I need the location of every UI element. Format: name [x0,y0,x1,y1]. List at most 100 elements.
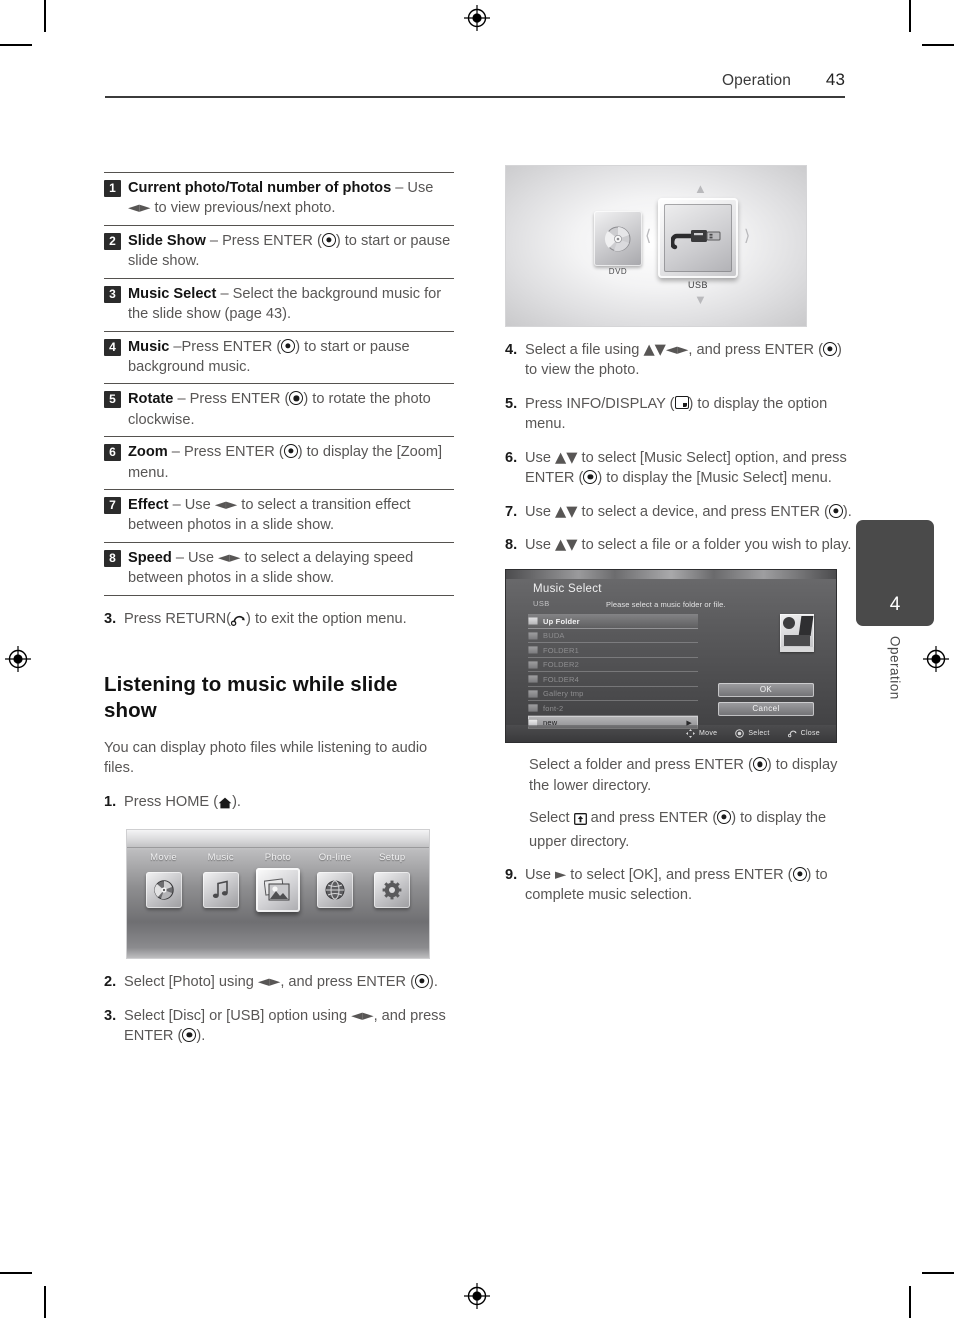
bottom-bar-select: Select [735,729,769,739]
table-row: 5 Rotate – Press ENTER () to rotate the … [104,383,454,436]
item-badge: 4 [104,338,121,356]
step-number: 3. [104,610,117,627]
list-item[interactable]: Up Folder [528,614,698,629]
registration-mark-bottom [464,1283,490,1309]
step-text-pre: Select [Disc] or [USB] option using [124,1007,352,1024]
list-item[interactable]: Gallery tmp [528,687,698,702]
item-badge: 8 [104,549,121,567]
table-row: 6 Zoom – Press ENTER () to display the [… [104,436,454,489]
up-folder-icon [528,617,538,626]
cancel-button[interactable]: Cancel [718,702,814,717]
crop-mark-top-right-horizontal [922,44,954,46]
enter-button-icon [792,867,807,882]
device-select-screenshot: ▲ ▼ ⟨ ⟩ DVD USB [505,165,807,327]
dialog-folder-list: Up Folder BUDA FOLDER1 FOLDER2 FOLDER4 G… [528,614,698,730]
folder-icon [528,660,538,669]
dialog-device-label: USB [533,599,550,609]
step-number: 9. [505,867,518,884]
table-row: 2 Slide Show – Press ENTER () to start o… [104,224,454,278]
list-item[interactable]: FOLDER4 [528,672,698,687]
item-description: Speed – Use ◄► to select a delaying spee… [128,548,454,589]
left-arrow-icon: ⟨ [645,228,652,245]
bottom-bar-label: Close [800,730,820,738]
step-text-pre: Press INFO/DISPLAY ( [525,395,675,412]
step-text-post: ). [196,1027,206,1044]
left-column: 1 Current photo/Total number of photos –… [104,172,454,1046]
device-label-usb: USB [687,280,708,290]
crop-mark-bottom-right-vertical [909,1286,911,1318]
step-3-exit-option-menu: 3. Press RETURN() to exit the option men… [104,609,454,632]
crop-mark-top-left-vertical [44,0,46,32]
globe-icon [317,872,354,909]
left-right-arrows-icon: ◄► [128,199,151,217]
down-arrow-icon: ▼ [694,292,707,307]
up-down-arrows-icon: ▲▼ [555,502,578,520]
home-menu-item-photo[interactable]: Photo [251,852,305,913]
enter-button-icon [828,503,843,518]
item-description: Zoom – Press ENTER () to display the [Zo… [128,442,454,483]
table-row: 3 Music Select – Select the background m… [104,277,454,331]
note-select-folder: Select a folder and press ENTER () to di… [529,755,855,796]
step-1-press-home: 1. Press HOME (). [104,792,454,815]
step-text-post: ). [842,503,852,520]
step-8-select-file-or-folder: 8. Use ▲▼ to select a file or a folder y… [505,535,855,555]
device-tile-usb[interactable] [658,198,738,278]
crop-mark-top-left-horizontal [0,44,32,46]
chapter-tab-label: Operation [856,636,934,732]
item-description: Effect – Use ◄► to select a transition e… [128,495,454,536]
step-text-post: ). [428,974,438,991]
list-item[interactable]: font-2 [528,701,698,716]
up-arrow-icon: ▲ [694,181,707,196]
item-description: Music –Press ENTER () to start or pause … [128,337,454,378]
home-menu-item-online[interactable]: On-line [308,852,362,909]
step-text: Select [Photo] using ◄►, and press ENTER… [124,972,454,992]
step-text: Press HOME (). [124,792,454,815]
step-text: Select a file using ▲▼◄►, and press ENTE… [525,340,855,381]
step-number: 5. [505,395,518,412]
item-badge: 3 [104,285,121,303]
header-rule [105,96,845,98]
usb-plug-icon [671,230,721,250]
home-menu-item-movie[interactable]: Movie [137,852,191,909]
enter-button-icon [823,342,837,356]
item-title: Effect [128,497,169,514]
folder-icon [528,631,538,640]
left-right-arrows-icon: ◄► [257,973,281,991]
list-item[interactable]: FOLDER1 [528,643,698,658]
step-9-select-ok: 9. Use ► to select [OK], and press ENTER… [505,865,855,906]
dialog-top-strip [506,570,836,580]
list-item[interactable]: BUDA [528,629,698,644]
list-item[interactable]: FOLDER2 [528,658,698,673]
step-text-pre: Select a file using [525,342,644,358]
page-number: 43 [825,70,845,89]
crop-mark-bottom-left-vertical [44,1286,46,1318]
step-text-pre: Select [Photo] using [124,974,258,991]
home-menu-items: Movie Music Photo On-line Setup [127,852,429,952]
table-row: 7 Effect – Use ◄► to select a transition… [104,489,454,542]
left-right-arrows-icon: ◄► [218,548,241,566]
step-text: Press RETURN() to exit the option menu. [124,609,454,632]
photo-icon [255,868,300,913]
disc-icon [604,226,631,251]
home-menu-item-setup[interactable]: Setup [365,852,419,909]
enter-button-icon [283,444,298,459]
item-title: Music Select [128,285,217,302]
item-badge: 6 [104,444,121,462]
home-menu-screenshot: Movie Music Photo On-line Setup [126,829,430,960]
home-menu-item-music[interactable]: Music [194,852,248,909]
page-header: Operation 43 [105,70,845,106]
device-tile-dvd[interactable] [594,211,642,266]
item-title: Slide Show [128,232,206,249]
music-select-dialog-screenshot: Music Select USB Please select a music f… [505,569,837,744]
device-label-dvd: DVD [608,267,628,276]
item-badge: 1 [104,180,121,197]
folder-icon [528,689,538,698]
table-row: 4 Music –Press ENTER () to start or paus… [104,330,454,384]
up-down-arrows-icon: ▲▼ [555,448,578,466]
item-badge: 7 [104,497,121,515]
note-upper-directory: Select and press ENTER () to display the… [529,808,855,852]
return-button-icon [230,612,246,632]
step-text: Use ► to select [OK], and press ENTER ()… [525,865,855,906]
up-folder-button-icon [573,811,587,831]
ok-button[interactable]: OK [718,683,814,698]
